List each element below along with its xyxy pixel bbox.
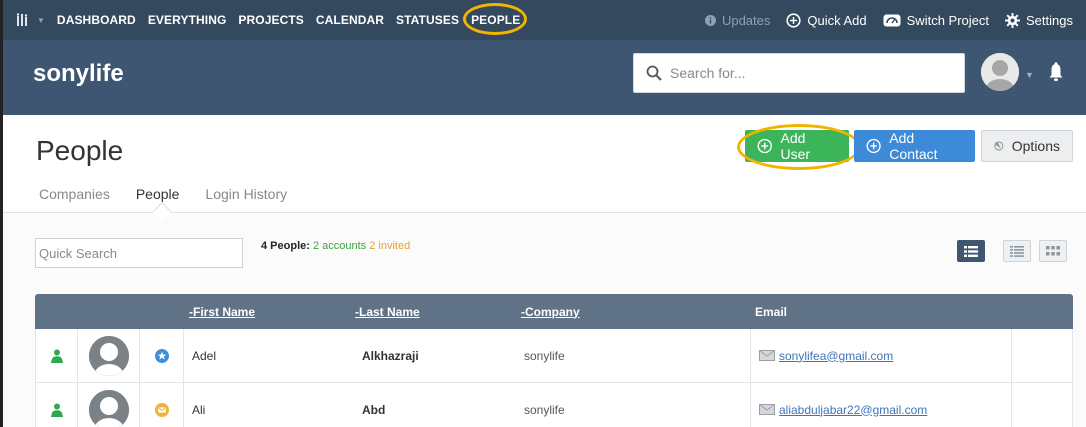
nav-dashboard[interactable]: DASHBOARD — [57, 13, 136, 27]
star-badge-icon — [154, 348, 169, 363]
page-title: People — [36, 135, 124, 166]
nav-projects[interactable]: PROJECTS — [238, 13, 303, 27]
options-label: Options — [1011, 138, 1060, 154]
default-avatar-icon — [88, 389, 129, 427]
gear-icon — [1005, 12, 1021, 28]
list-compact-icon — [1010, 245, 1024, 257]
project-name[interactable]: sonylife — [33, 60, 124, 88]
wrench-circle-icon — [994, 141, 1004, 151]
top-nav: ▼ DASHBOARD EVERYTHING PROJECTS CALENDAR… — [3, 0, 1086, 40]
settings-link[interactable]: Settings — [1005, 12, 1073, 28]
search-icon — [646, 65, 662, 81]
nav-everything[interactable]: EVERYTHING — [148, 13, 227, 27]
accounts-filter-link[interactable]: 2 accounts — [313, 240, 366, 252]
switch-project-link[interactable]: Switch Project — [883, 13, 989, 28]
company-cell: sonylife — [524, 348, 565, 363]
company-cell: sonylife — [524, 402, 565, 417]
nav-statuses[interactable]: STATUSES — [396, 13, 459, 27]
switch-project-label: Switch Project — [906, 12, 990, 28]
table-row[interactable]: Adel Alkhazraji sonylife sonylifea@gmail… — [35, 329, 1073, 383]
people-table: -First Name -Last Name -Company Email Ad… — [35, 294, 1073, 427]
user-account-icon — [50, 349, 63, 363]
user-type-cell — [140, 383, 184, 427]
column-header-last-name[interactable]: -Last Name — [355, 305, 521, 319]
view-grid-button[interactable] — [1039, 240, 1067, 262]
nav-people[interactable]: PEOPLE — [463, 3, 528, 35]
last-name-cell: Alkhazraji — [362, 348, 419, 363]
people-counts: 4 People: 2 accounts 2 invited — [261, 240, 410, 252]
default-avatar-icon — [88, 335, 129, 376]
account-status-cell — [36, 329, 78, 382]
plus-circle-icon — [866, 138, 881, 154]
search-input[interactable] — [670, 65, 950, 81]
tab-companies[interactable]: Companies — [39, 186, 110, 202]
app-window: ▼ DASHBOARD EVERYTHING PROJECTS CALENDAR… — [0, 0, 1086, 427]
quick-add-label: Quick Add — [807, 12, 867, 28]
table-row[interactable]: Ali Abd sonylife aliabduljabar22@gmail.c… — [35, 383, 1073, 427]
add-contact-label: Add Contact — [889, 130, 938, 162]
people-tabs: Companies People Login History — [39, 186, 313, 202]
user-menu-chevron-down-icon[interactable]: ▼ — [1025, 70, 1034, 80]
view-list-detailed-button[interactable] — [957, 240, 985, 262]
last-name-cell: Abd — [362, 402, 386, 417]
highlight-ring-add-user — [737, 124, 861, 170]
notifications-bell-icon[interactable] — [1049, 62, 1063, 87]
column-header-first-name[interactable]: -First Name — [189, 305, 355, 319]
email-cell: aliabduljabar22@gmail.com — [750, 383, 1012, 427]
quick-add-link[interactable]: Quick Add — [786, 12, 867, 28]
tab-people[interactable]: People — [136, 186, 180, 202]
table-header: -First Name -Last Name -Company Email — [35, 294, 1073, 329]
grid-icon — [1046, 246, 1060, 256]
envelope-icon — [759, 350, 775, 361]
project-header: sonylife ▼ — [3, 40, 1086, 115]
user-type-cell — [140, 329, 184, 382]
logo-menu-chevron-down-icon[interactable]: ▼ — [37, 16, 45, 25]
updates-label: Updates — [721, 12, 771, 28]
quick-search-input[interactable] — [35, 238, 243, 268]
highlight-ring-people — [463, 3, 528, 35]
avatar[interactable] — [88, 389, 129, 427]
user-account-icon — [50, 403, 63, 417]
dashboard-gauge-icon — [883, 14, 901, 26]
view-list-compact-button[interactable] — [1003, 240, 1031, 262]
updates-link[interactable]: Updates — [704, 12, 771, 28]
top-nav-right: Updates Quick Add Switch Project Setting… — [704, 0, 1086, 40]
first-name-cell: Ali — [192, 402, 206, 417]
people-total: 4 People: — [261, 240, 310, 252]
avatar[interactable] — [88, 335, 129, 376]
envelope-icon — [759, 404, 775, 415]
invited-filter-link[interactable]: 2 invited — [369, 240, 410, 252]
envelope-badge-icon — [154, 402, 169, 417]
options-button[interactable]: Options — [981, 130, 1073, 162]
email-link[interactable]: sonylifea@gmail.com — [779, 349, 893, 363]
user-avatar[interactable] — [981, 53, 1019, 91]
column-header-email: Email — [755, 304, 788, 319]
email-cell: sonylifea@gmail.com — [750, 329, 1012, 382]
first-name-cell: Adel — [192, 348, 217, 363]
avatar-cell — [78, 329, 140, 382]
account-status-cell — [36, 383, 78, 427]
plus-circle-icon — [786, 12, 801, 28]
list-detailed-icon — [964, 245, 978, 257]
default-avatar-icon — [981, 53, 1019, 91]
settings-label: Settings — [1026, 12, 1073, 28]
tab-login-history[interactable]: Login History — [205, 186, 287, 202]
nav-calendar[interactable]: CALENDAR — [316, 13, 384, 27]
avatar-cell — [78, 383, 140, 427]
column-header-company[interactable]: -Company — [521, 305, 755, 319]
add-contact-button[interactable]: Add Contact — [854, 130, 975, 162]
info-icon — [704, 14, 716, 26]
email-link[interactable]: aliabduljabar22@gmail.com — [779, 403, 927, 417]
global-search — [633, 53, 965, 93]
